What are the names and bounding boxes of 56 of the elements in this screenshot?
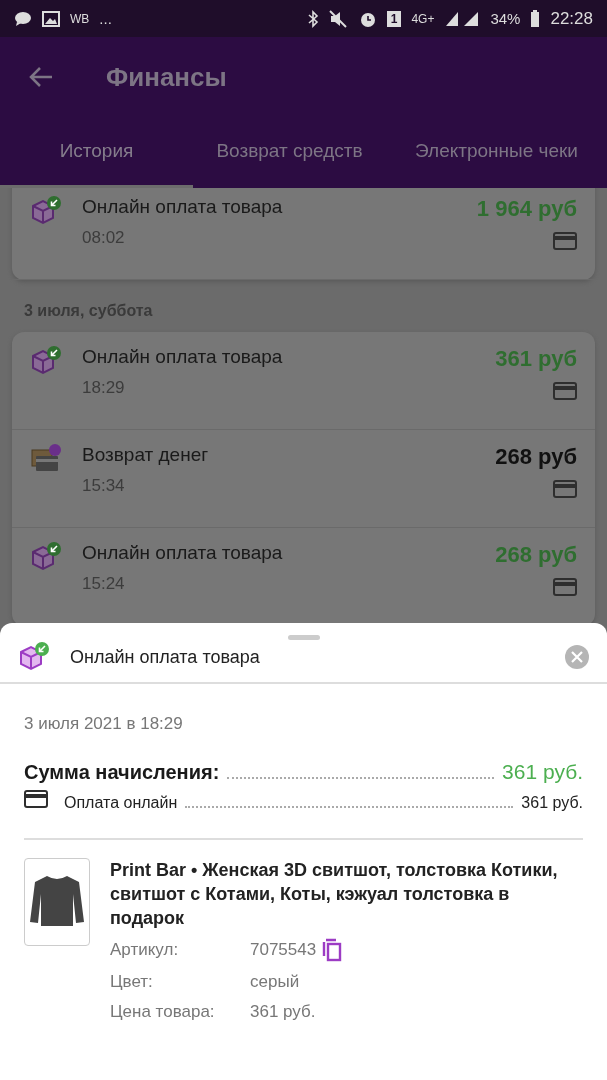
tab[interactable]: Возврат средств [193,117,386,188]
box-arrow-icon [30,346,62,376]
box-arrow-icon [18,642,50,672]
detail-value: 7075543 [250,940,317,960]
transaction-title: Онлайн оплата товара [82,346,284,368]
sheet-title: Онлайн оплата товара [70,646,261,668]
clock-time: 22:28 [550,8,593,29]
transaction-amount: 268 руб [495,542,577,568]
sim-indicator: 1 [386,10,402,27]
battery-icon [530,9,541,28]
box-arrow-icon [30,196,62,226]
payment-method: Оплата онлайн [64,794,178,812]
transaction-amount: 1 964 руб [476,196,577,222]
detail-label: Артикул: [110,940,180,960]
notification-text: WB [70,11,90,26]
card-icon [553,578,577,596]
detail-value: серый [250,972,300,992]
transaction-time: 18:29 [82,378,126,398]
detail-label: Цена товара: [110,1002,216,1022]
network-type: 4G+ [411,11,435,26]
product-name: Print Bar • Женская 3D свитшот, толстовка Котики, свитшот с Котами, Коты, кэжуал толстовка в подарок [110,859,559,930]
back-arrow-icon[interactable] [28,66,54,88]
card-icon [553,382,577,400]
total-amount: 361 руб. [502,760,583,784]
transaction-date: 3 июля 2021 в 18:29 [24,714,184,734]
transaction-row[interactable]: Онлайн оплата товара 18:29 361 руб [12,332,595,430]
transaction-title: Онлайн оплата товара [82,542,284,564]
transaction-row[interactable]: Возврат денег 15:34 268 руб [12,430,595,528]
transaction-title: Онлайн оплата товара [82,196,284,218]
detail-value: 361 руб. [250,1002,316,1022]
card-icon [24,790,48,808]
screen-title: Финансы [106,61,227,93]
close-icon [571,651,583,663]
battery-percent: 34% [490,10,521,27]
box-arrow-icon [30,542,62,572]
payment-amount: 361 руб. [521,794,583,812]
transaction-row[interactable]: Онлайн оплата товара 08:02 1 964 руб [12,188,595,280]
card-icon [553,480,577,498]
wallet-card-icon [30,444,62,474]
chat-icon [14,10,32,27]
bluetooth-icon [306,9,319,28]
drag-handle[interactable] [287,635,320,640]
transaction-amount: 268 руб [495,444,577,470]
total-label: Сумма начисления: [24,761,220,784]
transaction-time: 15:24 [82,574,126,594]
more-notifications: ... [99,10,112,27]
mute-icon [328,9,349,28]
transaction-time: 15:34 [82,476,126,496]
transaction-amount: 361 руб [495,346,577,372]
transaction-title: Возврат денег [82,444,210,466]
transaction-time: 08:02 [82,228,126,248]
image-icon [42,10,60,27]
card-icon [553,232,577,250]
detail-label: Цвет: [110,972,154,992]
tab[interactable]: Электронные чеки [386,117,607,188]
copy-icon[interactable] [322,938,343,962]
